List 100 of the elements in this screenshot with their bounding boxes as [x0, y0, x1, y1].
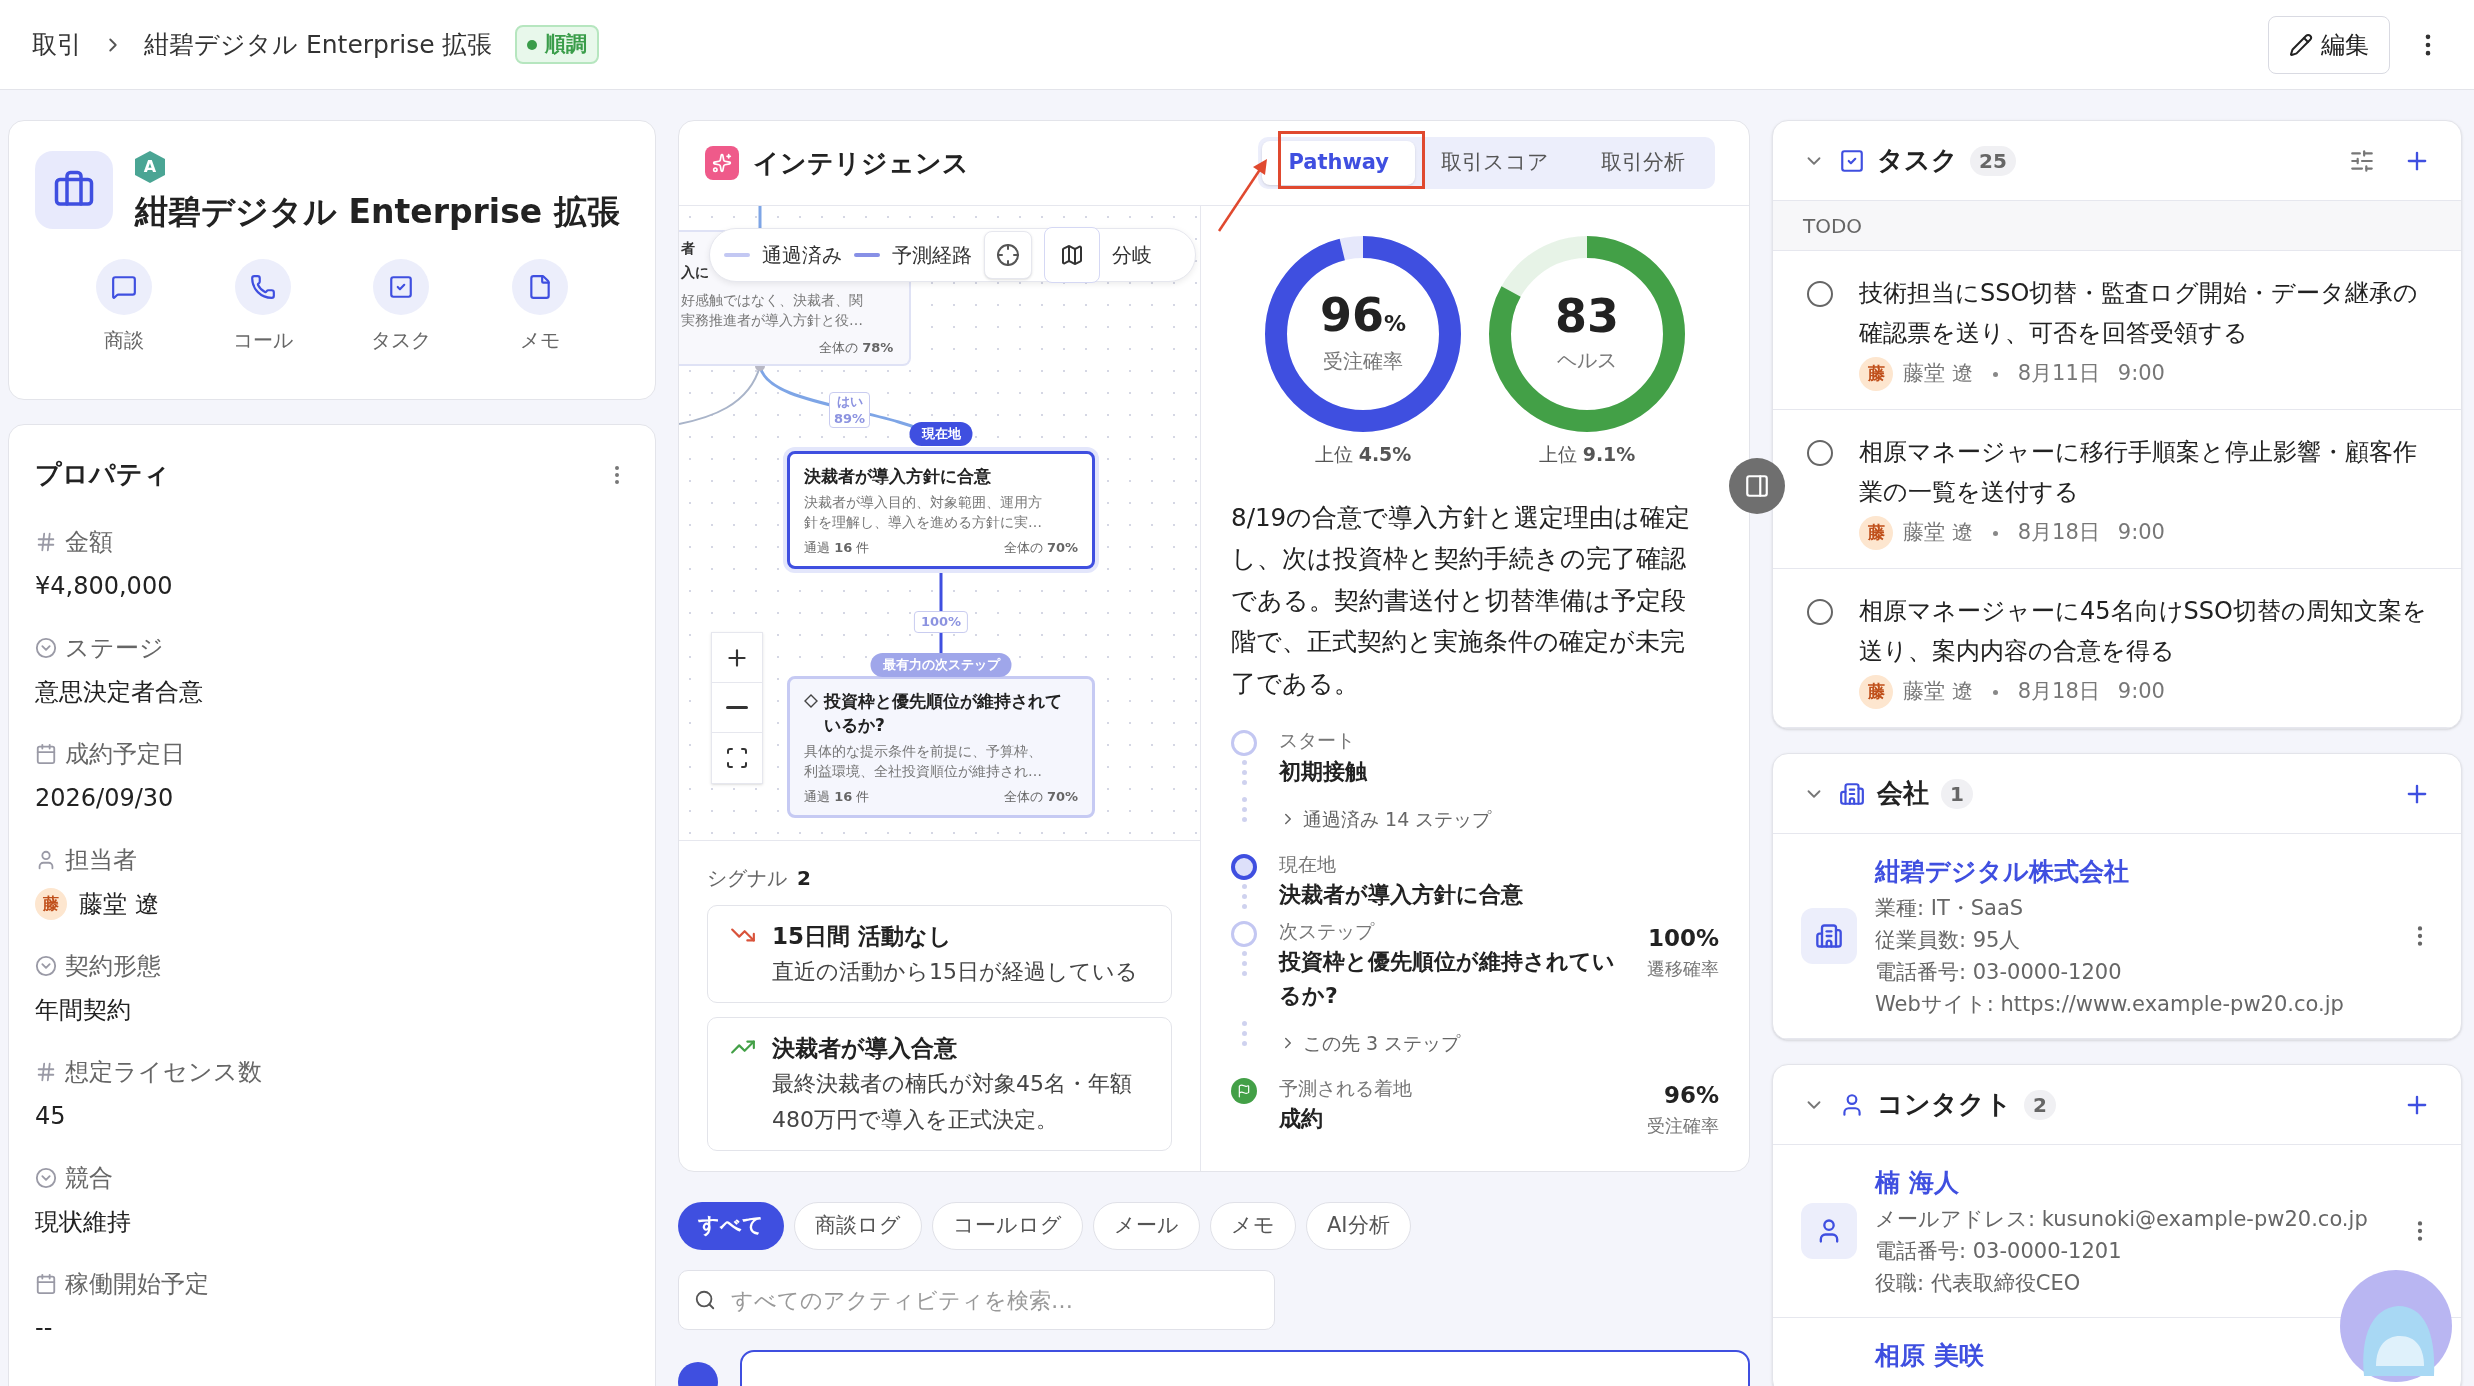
- avatar: 藤: [35, 888, 67, 920]
- rank-text: 上位 4.5%: [1314, 442, 1412, 467]
- filter-icon[interactable]: [2349, 147, 2375, 174]
- step-percent: 100%: [1647, 923, 1719, 953]
- detail-text: 電話番号: 03-0000-1201: [1875, 1238, 2123, 1265]
- filter-chip[interactable]: メール: [1093, 1202, 1200, 1250]
- chat-icon: [111, 273, 138, 300]
- detail-text: 役職: 代表取締役CEO: [1875, 1270, 2082, 1297]
- next-node-card[interactable]: 投資枠と優先順位が維持されているか? 具体的な提示条件を前提に、予算枠、 利益環境、全社投資順位が維持され… 通過 16 件 全体の 70%: [787, 676, 1095, 818]
- detail-text: Webサイト: https://www.example-pw20.co.jp: [1875, 991, 2345, 1018]
- section-title: 会社: [1877, 777, 1929, 810]
- score-value: 83: [1555, 293, 1619, 339]
- node-count: 通過 16 件: [804, 788, 870, 806]
- filter-chip[interactable]: 商談ログ: [794, 1202, 922, 1250]
- map-button[interactable]: [1044, 227, 1100, 283]
- crosshair-icon: [996, 243, 1020, 267]
- node-share: 全体の 78%: [819, 339, 894, 357]
- filter-chip[interactable]: AI分析: [1306, 1202, 1411, 1250]
- step-title: 決裁者が導入方針に合意: [1279, 881, 1523, 909]
- record-link[interactable]: 楠 海人: [1875, 1163, 1959, 1203]
- diamond-icon: [804, 694, 818, 708]
- filter-chip[interactable]: コールログ: [932, 1202, 1083, 1250]
- fullscreen-icon: [725, 746, 749, 770]
- step-caption: 予測される着地: [1279, 1075, 1412, 1101]
- record-link[interactable]: 紺碧デジタル株式会社: [1875, 852, 2129, 892]
- node-description: 具体的な提示条件を前提に、予算枠、 利益環境、全社投資順位が維持され…: [804, 742, 1043, 781]
- tier-badge: A: [135, 151, 165, 183]
- step-marker: [1231, 920, 1257, 947]
- search-field[interactable]: すべてのアクティビティを検索…: [678, 1270, 1275, 1330]
- detail-text: 電話番号: 03-0000-1200: [1875, 959, 2123, 986]
- breadcrumb-link[interactable]: 取引: [32, 25, 82, 64]
- score-value: 96: [1319, 292, 1384, 338]
- tab[interactable]: 取引スコア: [1415, 141, 1575, 185]
- tab[interactable]: Pathway: [1262, 141, 1415, 185]
- node-description: 好感触ではなく、決裁者、関 実務推進者が導入方針と役…: [681, 291, 863, 330]
- locate-button[interactable]: [984, 231, 1032, 279]
- count-text: 2: [797, 865, 811, 892]
- task-text: 相原マネージャーに45名向けSSO切替の周知文案を送り、案内内容の合意を得る: [1859, 596, 2427, 667]
- task-checkbox[interactable]: [1807, 281, 1833, 307]
- node-title: 者 入に: [681, 239, 709, 282]
- property-value: 2026/09/30: [35, 783, 174, 814]
- task-checkbox[interactable]: [1807, 440, 1833, 466]
- expand-steps-toggle[interactable]: この先 3 ステップ: [1279, 1017, 1461, 1070]
- status-badge: 順調: [514, 24, 599, 65]
- score-unit: %: [1384, 311, 1407, 338]
- rank-text: 上位 9.1%: [1538, 442, 1636, 467]
- property-label: 稼働開始予定: [65, 1269, 209, 1300]
- quick-action-button[interactable]: タスク: [332, 258, 471, 355]
- sparkle-icon: [705, 146, 739, 180]
- section-title: プロパティ: [35, 458, 170, 491]
- count-badge: 1: [1941, 778, 1973, 809]
- property-value: 意思決定者合意: [35, 677, 203, 708]
- filter-chip[interactable]: すべて: [678, 1202, 784, 1250]
- property-value: 藤堂 遼: [79, 889, 159, 920]
- step-title: 初期接触: [1279, 757, 1367, 786]
- task-checkbox[interactable]: [1807, 599, 1833, 625]
- hash-icon: [35, 1061, 57, 1083]
- section-title: インテリジェンス: [753, 146, 969, 180]
- map-icon: [1060, 243, 1084, 267]
- building-icon: [1801, 908, 1857, 964]
- task-time: 9:00: [2117, 678, 2165, 706]
- node-title: 決裁者が導入方針に合意: [804, 465, 991, 488]
- summary-text: 8/19の合意で導入方針と選定理由は確定し、次は投資枠と契約手続きの完了確認である。契約書送付と切替準備は予定段階で、正式契約と実施条件の確定が未完了である。: [1231, 501, 1692, 700]
- step-caption: スタート: [1279, 728, 1356, 753]
- panel-icon: [1744, 473, 1770, 499]
- property-value: 年間契約: [35, 995, 131, 1026]
- group-label: TODO: [1803, 212, 1863, 240]
- step-percent-label: 遷移確率: [1647, 957, 1719, 981]
- signal-title: 決裁者が導入合意: [772, 1034, 958, 1063]
- checkbox-icon: [388, 273, 415, 300]
- filter-chip[interactable]: メモ: [1210, 1202, 1296, 1250]
- edge-label: はい 89%: [829, 392, 871, 428]
- quick-action-button[interactable]: コール: [193, 258, 332, 355]
- property-label: 想定ライセンス数: [65, 1057, 262, 1088]
- dropdown-circle-icon: [35, 955, 57, 977]
- section-title: シグナル: [707, 865, 787, 892]
- quick-action-button[interactable]: メモ: [470, 258, 609, 355]
- quick-action-button[interactable]: 商談: [55, 258, 194, 355]
- property-value: 45: [35, 1101, 66, 1132]
- record-link[interactable]: 相原 美咲: [1875, 1336, 1984, 1376]
- legend-label: 分岐: [1112, 242, 1152, 269]
- step-caption: 次ステップ: [1279, 918, 1376, 944]
- node-badge: 最有力の次ステップ: [870, 653, 1012, 677]
- briefcase-icon: [35, 151, 113, 229]
- node-title: 投資枠と優先順位が維持されているか?: [824, 690, 1063, 737]
- expand-steps-toggle[interactable]: 通過済み 14 ステップ: [1279, 793, 1492, 846]
- step-percent: 96%: [1663, 1080, 1719, 1110]
- count-badge: 25: [1970, 145, 2016, 176]
- score-label: ヘルス: [1557, 347, 1617, 374]
- task-owner: 藤堂 遼: [1903, 519, 1973, 547]
- legend-label: 予測経路: [892, 242, 972, 269]
- step-percent-label: 受注確率: [1647, 1114, 1719, 1138]
- task-text: 技術担当にSSO切替・監査ログ開始・データ継承の確認票を送り、可否を回答受領する: [1859, 278, 2420, 349]
- property-value: --: [35, 1313, 53, 1344]
- dropdown-circle-icon: [35, 637, 57, 659]
- breadcrumb-current: 紺碧デジタル Enterprise 拡張: [144, 28, 493, 61]
- edit-button[interactable]: 編集: [2268, 15, 2390, 74]
- tab[interactable]: 取引分析: [1575, 141, 1711, 185]
- score-label: 受注確率: [1323, 348, 1403, 375]
- section-title: コンタクト: [1877, 1088, 2012, 1121]
